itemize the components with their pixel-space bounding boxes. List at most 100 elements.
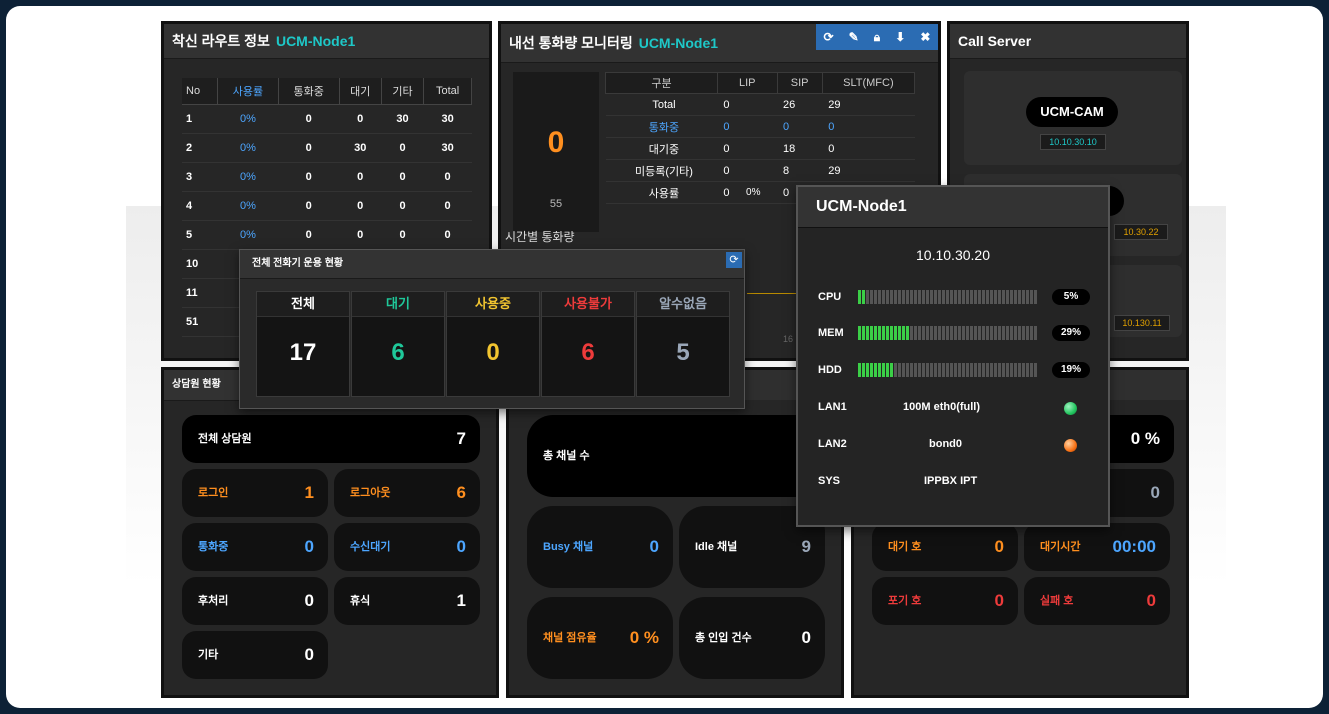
cell: 0 bbox=[381, 133, 424, 163]
waiting-call-card[interactable]: 대기 호 0 bbox=[872, 523, 1018, 571]
card-value: 0 bbox=[304, 537, 314, 556]
card-value: 0 bbox=[304, 591, 314, 610]
channel-panel: 총 채널 수 Busy 채널 0 Idle 채널 9 채널 점유율 0 % 총 인입 … bbox=[506, 367, 844, 698]
usage-segment bbox=[1010, 326, 1013, 340]
wait-time-card[interactable]: 대기시간 00:00 bbox=[1024, 523, 1170, 571]
row-label: 미등록(기타) bbox=[605, 159, 718, 182]
phone-unavailable-box[interactable]: 사용불가 6 bbox=[541, 291, 635, 397]
usage-segment bbox=[858, 326, 861, 340]
busy-channel-card[interactable]: Busy 채널 0 bbox=[527, 506, 673, 588]
rest-card[interactable]: 휴식 1 bbox=[334, 577, 480, 625]
hdd-usage-bar bbox=[858, 363, 1037, 377]
cell-no: 3 bbox=[182, 162, 218, 192]
usage-segment bbox=[906, 290, 909, 304]
channel-total-card[interactable]: 총 채널 수 bbox=[527, 415, 837, 497]
abandoned-call-card[interactable]: 포기 호 0 bbox=[872, 577, 1018, 625]
card-value: 0 bbox=[1146, 591, 1156, 610]
on-call-card[interactable]: 통화중 0 bbox=[182, 523, 328, 571]
total-inbound-card[interactable]: 총 인입 건수 0 bbox=[679, 597, 825, 679]
cell: 0 bbox=[717, 93, 741, 116]
usage-segment bbox=[950, 363, 953, 377]
card-label: 포기 호 bbox=[888, 595, 922, 607]
node-detail-popup: UCM-Node1 10.10.30.20 CPU 5% MEM 29% HDD… bbox=[796, 185, 1110, 527]
edit-icon[interactable]: ✎ bbox=[849, 30, 859, 44]
usage-segment bbox=[866, 326, 869, 340]
cell-no: 1 bbox=[182, 104, 218, 134]
usage-segment bbox=[866, 290, 869, 304]
lock-icon[interactable]: 🔒︎ bbox=[874, 30, 880, 45]
cell-pct: 0% bbox=[740, 181, 777, 204]
ready-card[interactable]: 수신대기 0 bbox=[334, 523, 480, 571]
usage-segment bbox=[926, 326, 929, 340]
cell: 0 bbox=[381, 191, 424, 221]
logout-card[interactable]: 로그아웃 6 bbox=[334, 469, 480, 517]
cell-no: 4 bbox=[182, 191, 218, 221]
cell: 0 bbox=[381, 220, 424, 250]
counselor-panel: 상담원 현황 전체 상담원 7 로그인 1 로그아웃 6 통화중 0 수신대기 0 후처… bbox=[161, 367, 499, 698]
card-label: Idle 채널 bbox=[695, 541, 738, 553]
other-card[interactable]: 기타 0 bbox=[182, 631, 328, 679]
usage-segment bbox=[982, 326, 985, 340]
phone-total-box[interactable]: 전체 17 bbox=[256, 291, 350, 397]
server-card[interactable]: UCM-CAM 10.10.30.10 bbox=[964, 71, 1182, 165]
card-value: 0 % bbox=[1130, 429, 1160, 448]
usage-segment bbox=[1030, 363, 1033, 377]
cell: 30 bbox=[339, 133, 382, 163]
hdd-label: HDD bbox=[818, 364, 842, 376]
usage-segment bbox=[962, 363, 965, 377]
table-row[interactable]: 2 0% 0 30 0 30 bbox=[182, 133, 472, 163]
after-work-card[interactable]: 후처리 0 bbox=[182, 577, 328, 625]
box-value: 0 bbox=[486, 339, 500, 366]
cell: 0 bbox=[717, 159, 741, 182]
usage-segment bbox=[890, 363, 893, 377]
usage-segment bbox=[922, 290, 925, 304]
phone-unknown-box[interactable]: 알수없음 5 bbox=[636, 291, 730, 397]
card-label: 대기시간 bbox=[1040, 541, 1081, 553]
failed-call-card[interactable]: 실패 호 0 bbox=[1024, 577, 1170, 625]
usage-segment bbox=[970, 363, 973, 377]
cell: 18 bbox=[777, 137, 811, 160]
cell: 0 bbox=[777, 115, 811, 138]
call-server-header: Call Server bbox=[950, 24, 1186, 59]
usage-segment bbox=[938, 326, 941, 340]
usage-segment bbox=[966, 290, 969, 304]
usage-segment bbox=[1018, 326, 1021, 340]
table-row[interactable]: 3 0% 0 0 0 0 bbox=[182, 162, 472, 192]
download-icon[interactable]: ⬇ bbox=[895, 30, 905, 44]
card-label: 대기 호 bbox=[888, 541, 922, 553]
refresh-icon[interactable]: ⟳ bbox=[726, 252, 742, 268]
usage-segment bbox=[930, 363, 933, 377]
table-row[interactable]: 4 0% 0 0 0 0 bbox=[182, 191, 472, 221]
phone-idle-box[interactable]: 대기 6 bbox=[351, 291, 445, 397]
close-icon[interactable]: ✖ bbox=[920, 30, 930, 44]
usage-segment bbox=[1010, 363, 1013, 377]
usage-segment bbox=[962, 290, 965, 304]
card-value: 7 bbox=[456, 429, 466, 448]
usage-segment bbox=[1014, 326, 1017, 340]
refresh-icon[interactable]: ⟳ bbox=[824, 30, 834, 44]
cell-no: 2 bbox=[182, 133, 218, 163]
monitoring-title: 내선 통화량 모니터링 bbox=[509, 35, 633, 51]
usage-segment bbox=[898, 290, 901, 304]
table-row[interactable]: 5 0% 0 0 0 0 bbox=[182, 220, 472, 250]
usage-segment bbox=[890, 326, 893, 340]
table-row[interactable]: 1 0% 0 0 30 30 bbox=[182, 104, 472, 134]
usage-segment bbox=[906, 326, 909, 340]
route-info-node: UCM-Node1 bbox=[275, 33, 356, 49]
traffic-axis-tick: 16 bbox=[783, 334, 794, 344]
channel-occupancy-card[interactable]: 채널 점유율 0 % bbox=[527, 597, 673, 679]
card-value: 1 bbox=[304, 483, 314, 502]
usage-segment bbox=[954, 363, 957, 377]
card-value: 0 bbox=[994, 591, 1004, 610]
usage-segment bbox=[902, 326, 905, 340]
usage-segment bbox=[858, 290, 861, 304]
usage-segment bbox=[914, 363, 917, 377]
counselor-total-card[interactable]: 전체 상담원 7 bbox=[182, 415, 480, 463]
total-call-box: 0 55 bbox=[513, 72, 599, 232]
card-label: 로그아웃 bbox=[350, 487, 391, 499]
phone-in-use-box[interactable]: 사용중 0 bbox=[446, 291, 540, 397]
usage-segment bbox=[882, 363, 885, 377]
lan2-label: LAN2 bbox=[818, 438, 847, 450]
usage-segment bbox=[858, 363, 861, 377]
login-card[interactable]: 로그인 1 bbox=[182, 469, 328, 517]
